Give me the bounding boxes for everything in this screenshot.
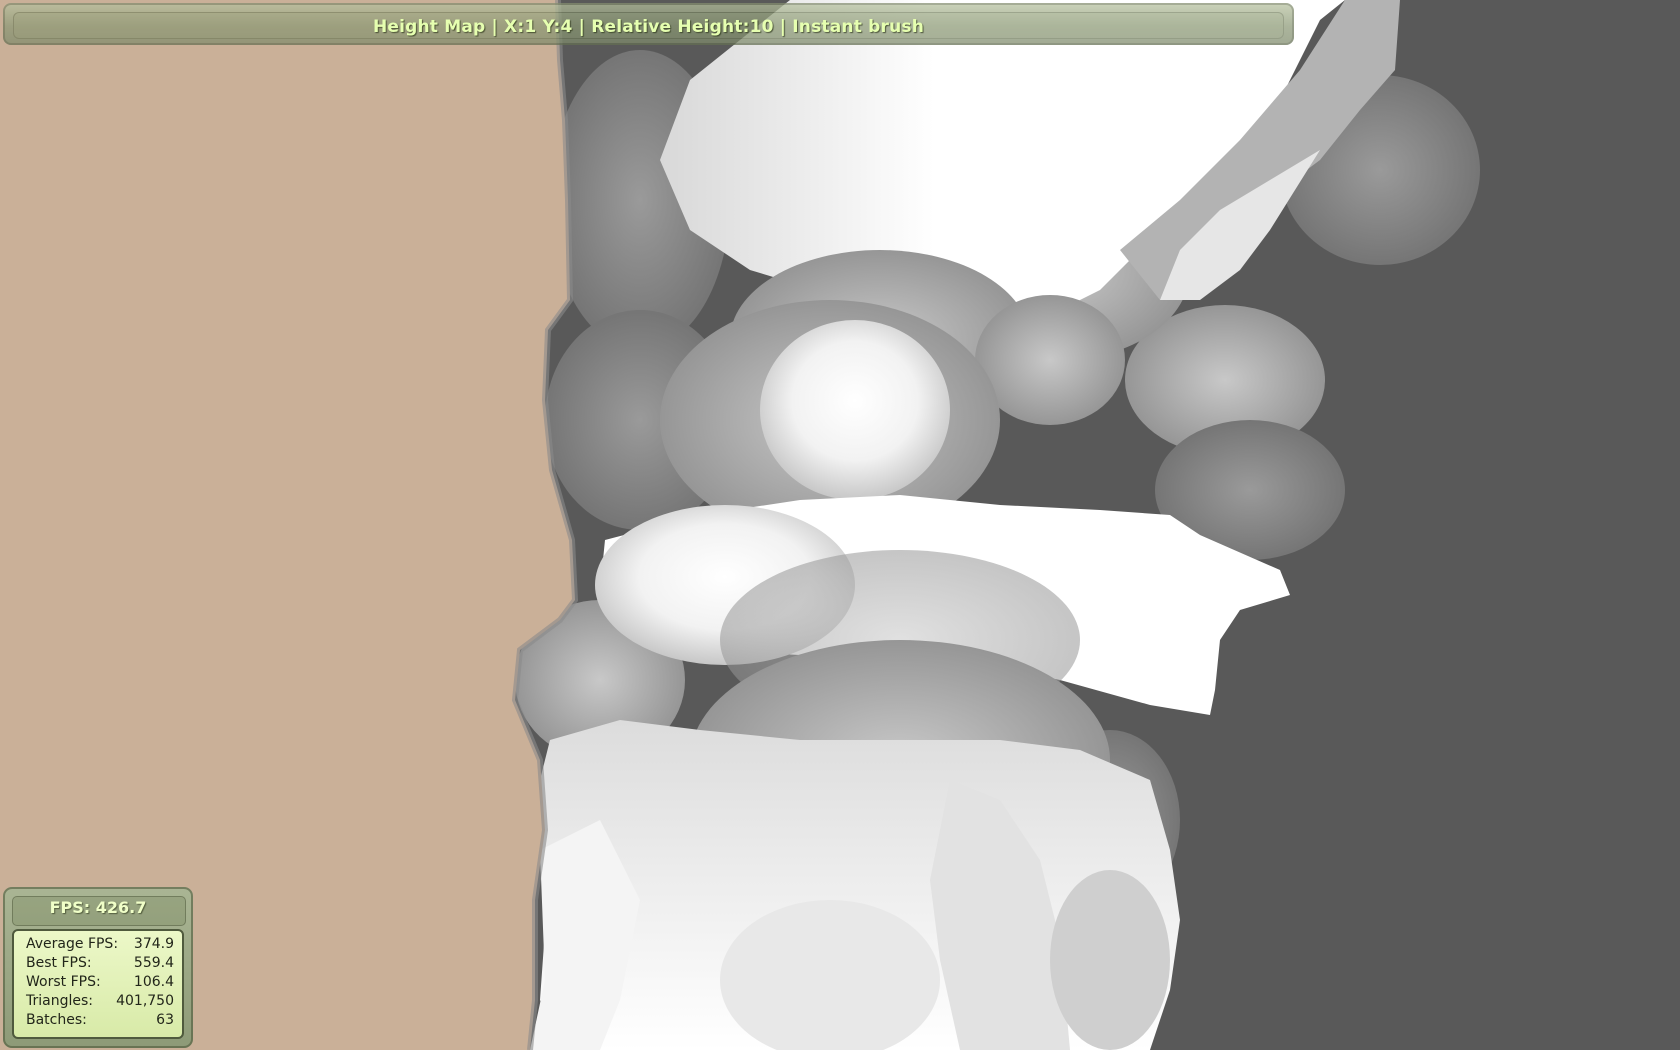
stat-label: Average FPS: xyxy=(26,936,119,952)
stat-value: 559.4 xyxy=(133,955,174,971)
terrain-peak xyxy=(760,320,950,500)
height-map-terrain[interactable] xyxy=(0,0,1680,1050)
height-map-viewport[interactable]: Height Map | X:1 Y:4 | Relative Height:1… xyxy=(0,0,1680,1050)
stat-value: 374.9 xyxy=(133,936,174,952)
stat-row-batches: Batches: 63 xyxy=(26,1011,174,1030)
fps-title: FPS: 426.7 xyxy=(49,898,147,917)
stat-label: Best FPS: xyxy=(26,955,92,971)
stat-label: Batches: xyxy=(26,1012,87,1028)
stat-value: 63 xyxy=(156,1012,174,1028)
terrain-blob xyxy=(1050,870,1170,1050)
stat-row-triangles: Triangles: 401,750 xyxy=(26,992,174,1011)
fps-panel: FPS: 426.7 Average FPS: 374.9 Best FPS: … xyxy=(3,887,193,1048)
status-bar-text: Height Map | X:1 Y:4 | Relative Height:1… xyxy=(372,17,925,37)
stat-row-best-fps: Best FPS: 559.4 xyxy=(26,954,174,973)
stat-label: Triangles: xyxy=(26,993,93,1009)
fps-stats-box: Average FPS: 374.9 Best FPS: 559.4 Worst… xyxy=(12,929,184,1039)
stat-row-average-fps: Average FPS: 374.9 xyxy=(26,935,174,954)
stat-row-worst-fps: Worst FPS: 106.4 xyxy=(26,973,174,992)
stat-value: 401,750 xyxy=(116,993,174,1009)
stat-value: 106.4 xyxy=(133,974,174,990)
stat-label: Worst FPS: xyxy=(26,974,101,990)
